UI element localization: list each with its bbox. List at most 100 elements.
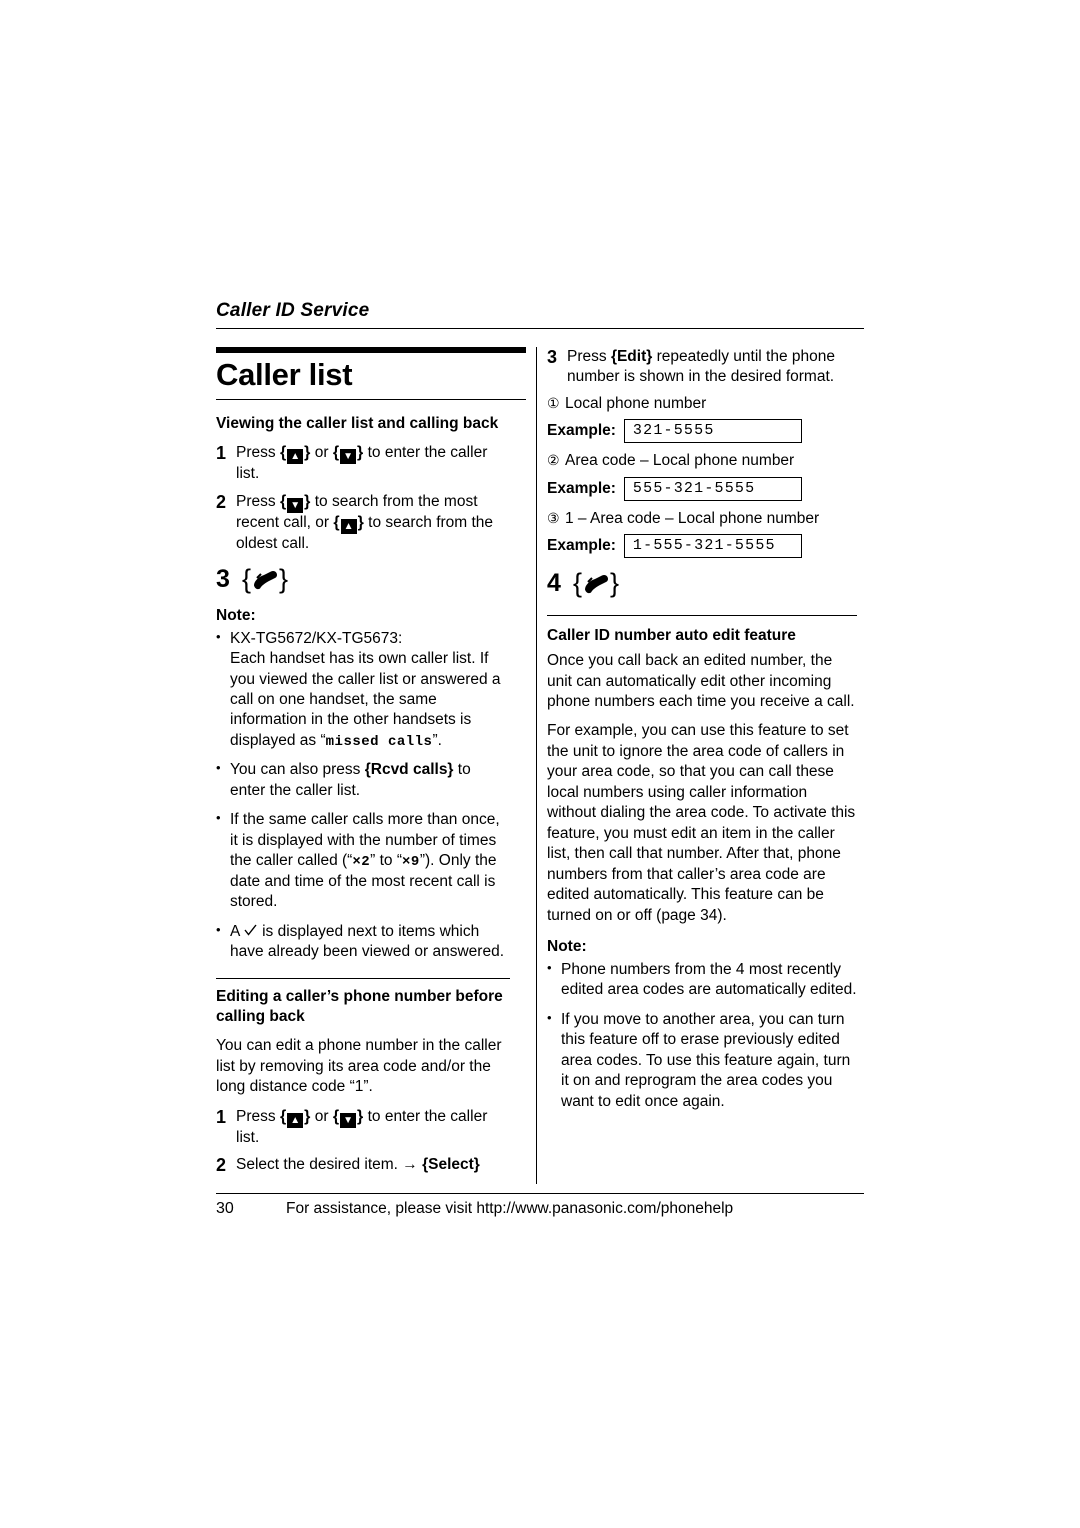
- list-item: If the same caller calls more than once,…: [216, 809, 510, 912]
- footer-assistance-text: For assistance, please visit http://www.…: [286, 1200, 734, 1217]
- circled-number-3: ③: [547, 509, 560, 526]
- arrow-icon: →: [402, 1155, 418, 1173]
- step-text-mid: or: [310, 1107, 333, 1125]
- format-option: ③ 1 – Area code – Local phone number: [547, 509, 857, 529]
- key-bracket-open: {: [332, 444, 340, 462]
- step-text: Press {▲} or {▼} to enter the caller lis…: [236, 1107, 510, 1148]
- note-mid: ” to “: [370, 852, 403, 870]
- talk-handset-icon: [582, 572, 610, 594]
- note-list: Phone numbers from the 4 most recently e…: [547, 959, 857, 1112]
- step-number: 1: [216, 443, 227, 464]
- step-number: 4: [547, 568, 561, 597]
- key-bracket-open: {: [332, 1107, 340, 1125]
- page-number: 30: [216, 1200, 234, 1217]
- example-row: Example: 555-321-5555: [547, 476, 857, 501]
- step-text-before: Press: [236, 1107, 280, 1125]
- manual-page: Caller ID Service Caller list Viewing th…: [0, 0, 1080, 1528]
- step-number: 2: [216, 491, 227, 512]
- example-label: Example:: [547, 479, 616, 497]
- step-number: 3: [216, 564, 230, 593]
- example-value-box: 321-5555: [623, 419, 802, 444]
- step-item: 2 Press {▼} to search from the most rece…: [216, 492, 510, 554]
- key-bracket-open: {: [573, 567, 583, 598]
- list-item: You can also press {Rcvd calls} to enter…: [216, 759, 510, 801]
- note-pre: A: [230, 922, 244, 940]
- section-divider: [216, 978, 510, 980]
- circled-number-2: ②: [547, 452, 560, 469]
- format-option: ① Local phone number: [547, 394, 857, 414]
- note-heading: Note:: [547, 937, 587, 955]
- format-label: Local phone number: [565, 395, 707, 413]
- display-text-x2: ×2: [352, 854, 371, 871]
- section-paragraph: For example, you can use this feature to…: [547, 722, 856, 924]
- step-number: 1: [216, 1106, 227, 1127]
- footer-divider: [216, 1193, 864, 1194]
- example-label: Example:: [547, 536, 616, 554]
- up-arrow-key-icon: ▲: [287, 449, 304, 465]
- section-heading-editing: Editing a caller’s phone number before c…: [216, 988, 503, 1025]
- step-text-before: Press: [567, 348, 611, 365]
- key-bracket-open: {: [333, 513, 340, 531]
- down-arrow-key-icon: ▼: [340, 1112, 357, 1128]
- note-model-lead: KX-TG5672/KX-TG5673:: [230, 629, 403, 647]
- step-text: Press {▼} to search from the most recent…: [236, 492, 510, 554]
- page-title: Caller list: [216, 357, 353, 392]
- example-row: Example: 1-555-321-5555: [547, 533, 857, 558]
- step-item: 2 Select the desired item. → {Select}: [216, 1155, 510, 1177]
- key-bracket-close: }: [610, 567, 620, 598]
- note-list: KX-TG5672/KX-TG5673:Each handset has its…: [216, 628, 510, 963]
- key-bracket-open: {: [242, 563, 252, 594]
- two-column-body: Caller list Viewing the caller list and …: [216, 347, 864, 1184]
- step-text: Press {Edit} repeatedly until the phone …: [567, 347, 857, 387]
- step-item: 1 Press {▲} or {▼} to enter the caller l…: [216, 1107, 510, 1148]
- step-item: 3 Press {Edit} repeatedly until the phon…: [547, 347, 857, 387]
- step-text: Select the desired item. → {Select}: [236, 1155, 510, 1177]
- circled-number-1: ①: [547, 395, 560, 412]
- key-edit: {Edit}: [610, 348, 653, 365]
- right-column: 3 Press {Edit} repeatedly until the phon…: [547, 347, 857, 1184]
- down-arrow-key-icon: ▼: [287, 497, 304, 513]
- section-heading-auto-edit: Caller ID number auto edit feature: [547, 626, 796, 644]
- step-text-mid: or: [310, 444, 333, 462]
- step-item-talk: 3 { }: [216, 564, 510, 595]
- list-item: Phone numbers from the 4 most recently e…: [547, 959, 857, 1001]
- left-column: Caller list Viewing the caller list and …: [216, 347, 526, 1184]
- display-text-x9: ×9: [402, 854, 420, 871]
- note-body-pre: You can also press: [230, 761, 365, 779]
- title-rule-thick: [216, 347, 526, 353]
- step-text-before: Press: [236, 444, 280, 462]
- format-label: Area code – Local phone number: [565, 452, 795, 470]
- list-item: If you move to another area, you can tur…: [547, 1009, 857, 1112]
- up-arrow-key-icon: ▲: [340, 518, 357, 534]
- example-value-box: 1-555-321-5555: [623, 533, 802, 558]
- page-footer: 30 For assistance, please visit http://w…: [216, 1193, 864, 1218]
- column-divider: [536, 347, 537, 1184]
- key-bracket-open: {: [279, 492, 287, 510]
- page-content: Caller ID Service Caller list Viewing th…: [216, 300, 864, 1184]
- example-label: Example:: [547, 422, 616, 440]
- key-rcvd-calls: {Rcvd calls}: [364, 761, 454, 779]
- step-text: Select the desired item.: [236, 1155, 403, 1173]
- example-value-box: 555-321-5555: [623, 476, 802, 501]
- footer-content: 30 For assistance, please visit http://w…: [216, 1200, 864, 1218]
- section-heading-viewing: Viewing the caller list and calling back: [216, 415, 499, 432]
- list-item: KX-TG5672/KX-TG5673:Each handset has its…: [216, 628, 510, 752]
- display-text-missed-calls: missed calls: [325, 733, 433, 750]
- key-bracket-close: }: [279, 563, 289, 594]
- step-item-talk: 4 { }: [547, 568, 857, 599]
- talk-handset-icon: [251, 568, 279, 590]
- note-post: is displayed next to items which have al…: [230, 922, 505, 961]
- note-heading: Note:: [216, 606, 256, 624]
- checkmark-icon: [244, 922, 258, 942]
- key-bracket-open: {: [279, 444, 287, 462]
- step-text: Press {▲} or {▼} to enter the caller lis…: [236, 443, 510, 484]
- format-label: 1 – Area code – Local phone number: [565, 509, 820, 527]
- format-option: ② Area code – Local phone number: [547, 451, 857, 471]
- step-text-before: Press: [236, 492, 280, 510]
- down-arrow-key-icon: ▼: [340, 449, 357, 465]
- example-row: Example: 321-5555: [547, 419, 857, 444]
- key-bracket-open: {: [279, 1107, 287, 1125]
- section-paragraph: Once you call back an edited number, the…: [547, 652, 855, 710]
- note-tail: ”.: [432, 731, 442, 749]
- step-number: 2: [216, 1154, 227, 1175]
